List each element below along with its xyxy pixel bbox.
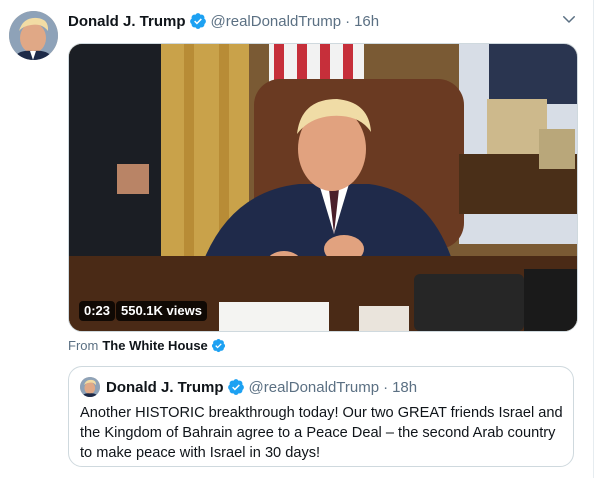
tweet-header: Donald J. Trump @realDonaldTrump · 16h <box>68 11 379 31</box>
separator-dot: · <box>345 12 351 30</box>
separator-dot: · <box>383 378 389 396</box>
source-name-link[interactable]: The White House <box>102 338 207 353</box>
from-label: From <box>68 338 99 353</box>
quoted-timestamp: 18h <box>392 378 418 396</box>
timestamp[interactable]: 16h <box>354 13 379 30</box>
quoted-tweet-header: Donald J. Trump @realDonaldTrump · 18h <box>80 377 417 397</box>
verified-badge-icon <box>189 12 207 30</box>
handle[interactable]: @realDonaldTrump <box>211 13 342 30</box>
quoted-handle: @realDonaldTrump <box>248 378 380 396</box>
verified-badge-icon <box>227 378 245 396</box>
tweet-card[interactable]: Donald J. Trump @realDonaldTrump · 16h 0… <box>0 0 594 478</box>
video-view-count: 550.1K views <box>116 301 207 321</box>
avatar[interactable] <box>9 11 58 60</box>
quoted-tweet-text: Another HISTORIC breakthrough today! Our… <box>80 405 563 461</box>
video-frame <box>69 44 577 331</box>
video-player[interactable]: 0:23 550.1K views <box>68 43 578 332</box>
quoted-avatar <box>80 377 100 397</box>
quoted-tweet[interactable]: Donald J. Trump @realDonaldTrump · 18h A… <box>68 366 574 467</box>
display-name[interactable]: Donald J. Trump <box>68 13 186 30</box>
quoted-display-name: Donald J. Trump <box>106 378 224 396</box>
verified-badge-icon <box>211 338 226 353</box>
video-source: From The White House <box>68 338 226 353</box>
video-duration: 0:23 <box>79 301 116 321</box>
chevron-down-icon[interactable] <box>560 10 578 28</box>
